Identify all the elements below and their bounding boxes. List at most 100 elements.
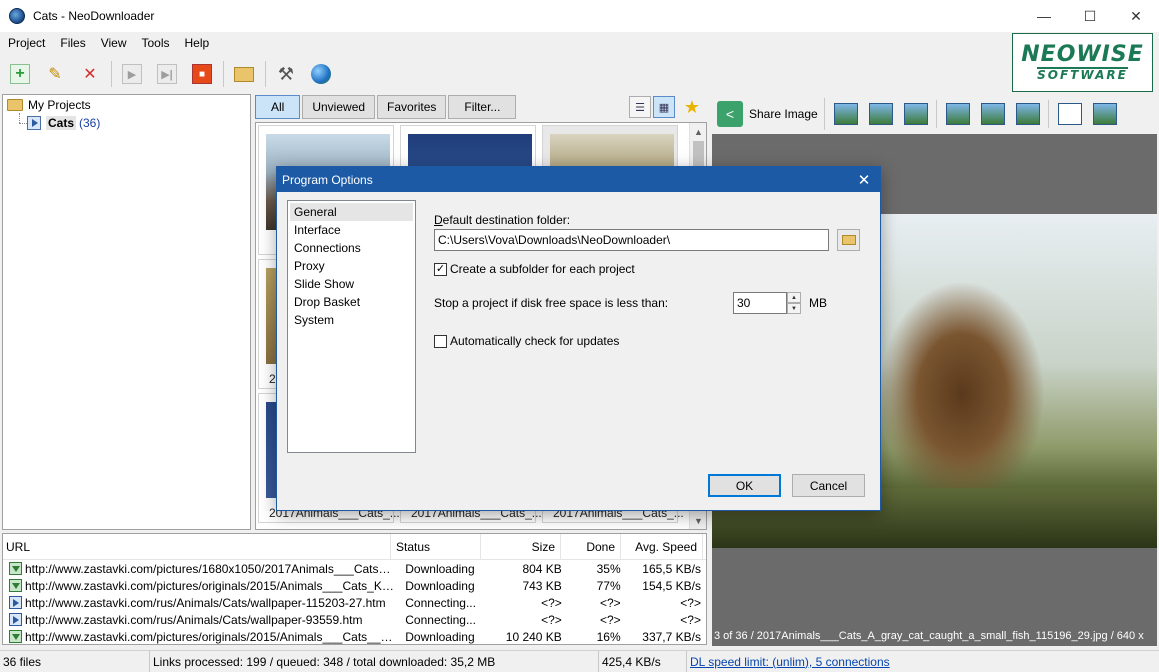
column-status[interactable]: Status [391,534,481,560]
fit-image-button[interactable] [1090,99,1120,129]
folder-icon [234,66,254,82]
category-slide-show[interactable]: Slide Show [288,275,415,293]
menu-project[interactable]: Project [0,36,52,50]
project-tree: My Projects Cats (36) [2,94,251,530]
thumbnail-view-button[interactable]: ▦ [653,96,675,118]
connect-icon [9,596,22,609]
column-done[interactable]: Done [561,534,621,560]
spin-up-icon[interactable]: ▲ [787,292,801,303]
download-icon [9,579,22,592]
ok-button[interactable]: OK [708,474,781,497]
save-image-icon [945,103,970,125]
next-image-icon [868,103,893,125]
open-window-button[interactable] [1055,99,1085,129]
category-general[interactable]: General [290,203,413,221]
new-project-button[interactable]: + [6,60,34,88]
close-icon: ✕ [857,171,871,189]
slideshow-button[interactable] [901,99,931,129]
subfolder-checkbox[interactable]: ✓ [434,263,447,276]
viewer-status: 3 of 36 / 2017Animals___Cats_A_gray_cat_… [714,630,1144,642]
table-row[interactable]: http://www.zastavki.com/pictures/origina… [3,577,706,594]
column-size[interactable]: Size [481,534,561,560]
stop-button[interactable]: ■ [188,60,216,88]
share-icon: < [717,101,743,127]
delete-project-button[interactable]: ✕ [76,60,104,88]
connect-icon [9,613,22,626]
options-button[interactable]: ⚒ [272,60,300,88]
tools-icon: ⚒ [277,63,295,84]
tree-root[interactable]: My Projects [7,98,91,112]
disk-space-input[interactable] [733,292,787,314]
list-view-button[interactable]: ☰ [629,96,651,118]
minimize-button[interactable]: — [1021,0,1067,32]
disk-space-unit: MB [809,296,827,310]
category-system[interactable]: System [288,311,415,329]
auto-update-checkbox[interactable] [434,335,447,348]
column-speed[interactable]: Avg. Speed [621,534,703,560]
category-connections[interactable]: Connections [288,239,415,257]
web-button[interactable] [307,60,335,88]
play-icon: ▶ [122,64,142,84]
star-icon: ★ [683,96,701,117]
tab-unviewed[interactable]: Unviewed [302,95,376,119]
dialog-title: Program Options [282,172,373,187]
tab-filter[interactable]: Filter... [448,95,517,119]
cancel-button[interactable]: Cancel [792,474,865,497]
category-interface[interactable]: Interface [288,221,415,239]
previous-image-button[interactable] [831,99,861,129]
start-button[interactable]: ▶ [118,60,146,88]
menu-view[interactable]: View [93,36,134,50]
favorite-button[interactable]: ★ [681,96,703,118]
save-image-button[interactable] [943,99,973,129]
download-list-header: URL Status Size Done Avg. Speed [3,534,706,560]
table-row[interactable]: http://www.zastavki.com/rus/Animals/Cats… [3,594,706,611]
menu-files[interactable]: Files [52,36,92,50]
share-image-button[interactable]: < Share Image [713,98,825,130]
next-image-button[interactable] [866,99,896,129]
table-row[interactable]: http://www.zastavki.com/pictures/origina… [3,628,706,644]
download-icon [9,630,22,643]
grid-icon: ▦ [658,101,670,114]
tab-all[interactable]: All [255,95,301,119]
menu-tools[interactable]: Tools [134,36,177,50]
resume-button[interactable]: ▶| [153,60,181,88]
dialog-title-bar: Program Options ✕ [277,167,880,192]
edit-project-button[interactable]: ✎ [41,60,69,88]
speed-limit-link[interactable]: DL speed limit: (unlim), 5 connections [690,655,890,669]
category-drop-basket[interactable]: Drop Basket [288,293,415,311]
image-properties-button[interactable] [1013,99,1043,129]
delete-image-icon [980,103,1005,125]
view-mode-buttons: ☰ ▦ ★ [627,96,703,118]
spin-down-icon[interactable]: ▼ [787,303,801,314]
column-url[interactable]: URL [3,534,391,560]
window-title: Cats - NeoDownloader [33,9,155,23]
destination-folder-input[interactable] [434,229,829,251]
status-links: Links processed: 199 / queued: 348 / tot… [150,650,599,672]
neowise-logo: NEOWISE SOFTWARE [1012,33,1153,92]
close-button[interactable]: ✕ [1113,0,1159,32]
image-properties-icon [1015,103,1040,125]
app-icon [9,8,25,24]
scroll-up-icon[interactable]: ▲ [690,123,706,140]
table-row[interactable]: http://www.zastavki.com/rus/Animals/Cats… [3,611,706,628]
browse-folder-button[interactable] [837,229,860,251]
menu-help[interactable]: Help [177,36,217,50]
table-row[interactable]: http://www.zastavki.com/pictures/1680x10… [3,560,706,577]
menu-bar: Project Files View Tools Help [0,32,1000,54]
filter-tabs: All Unviewed Favorites Filter... [255,95,518,120]
pencil-icon: ✎ [48,66,62,83]
tab-favorites[interactable]: Favorites [377,95,447,119]
delete-icon: ✕ [83,66,97,83]
program-options-dialog: Program Options ✕ General Interface Conn… [276,166,881,511]
category-proxy[interactable]: Proxy [288,257,415,275]
dialog-close-button[interactable]: ✕ [848,167,880,192]
scroll-down-icon[interactable]: ▼ [690,512,706,529]
open-folder-button[interactable] [230,60,258,88]
tree-project-cats[interactable]: Cats (36) [27,116,100,130]
slideshow-icon [903,103,928,125]
status-speed: 425,4 KB/s [599,650,687,672]
viewer-toolbar: < Share Image [713,95,1159,133]
maximize-button[interactable]: ☐ [1067,0,1113,32]
auto-update-label: Automatically check for updates [450,334,620,348]
delete-image-button[interactable] [978,99,1008,129]
